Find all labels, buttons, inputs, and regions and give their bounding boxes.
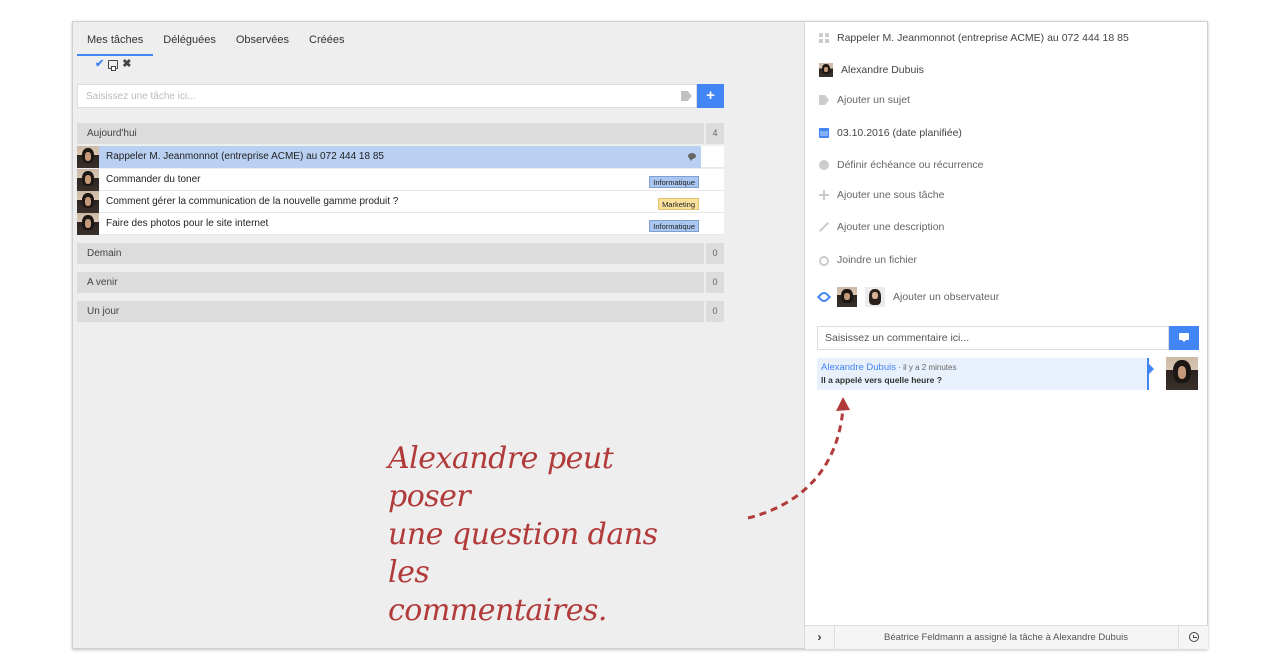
eye-icon: [816, 289, 832, 305]
task-title: Commander du toner: [106, 174, 201, 185]
attach-file-row[interactable]: Joindre un fichier: [817, 252, 917, 268]
tab-created[interactable]: Créées: [299, 22, 354, 56]
add-subtask-row[interactable]: Ajouter une sous tâche: [819, 187, 944, 203]
task-title: Rappeler M. Jeanmonnot (entreprise ACME)…: [106, 151, 384, 162]
annotation-line: une question dans les: [388, 517, 658, 590]
avatar: [77, 169, 99, 191]
comment-input-container: [817, 326, 1169, 350]
expand-button[interactable]: ›: [805, 626, 835, 649]
tag-badge[interactable]: Informatique: [649, 176, 699, 188]
assignee-name: Alexandre Dubuis: [841, 64, 924, 76]
comment-bubble: Alexandre Dubuis · il y a 2 minutes Il a…: [817, 358, 1154, 390]
section-label: Aujourd'hui: [87, 128, 137, 139]
avatar: [77, 191, 99, 213]
info-icon: [819, 160, 829, 170]
send-comment-button[interactable]: [1169, 326, 1199, 350]
comment-input[interactable]: [818, 327, 1168, 349]
tab-observed[interactable]: Observées: [226, 22, 299, 56]
annotation-text: Alexandre peut poser une question dans l…: [388, 440, 688, 630]
annotation-line: commentaires.: [388, 593, 607, 628]
detail-title-row[interactable]: Rappeler M. Jeanmonnot (entreprise ACME)…: [819, 30, 1129, 46]
add-subject-row[interactable]: Ajouter un sujet: [819, 92, 910, 108]
avatar: [819, 63, 833, 77]
observer-row[interactable]: Ajouter un observateur: [816, 286, 1000, 308]
date-row[interactable]: 03.10.2016 (date planifiée): [819, 125, 962, 141]
section-label: Un jour: [87, 306, 120, 317]
add-task-button[interactable]: +: [697, 84, 724, 108]
task-title: Comment gérer la communication de la nou…: [106, 196, 399, 207]
annotation-line: Alexandre peut poser: [388, 441, 614, 514]
comment-time: · il y a 2 minutes: [896, 363, 957, 372]
tab-my-tasks[interactable]: Mes tâches: [77, 22, 154, 56]
detail-footer: › Béatrice Feldmann a assigné la tâche à…: [805, 625, 1208, 649]
section-count: 4: [704, 123, 724, 144]
detail-title: Rappeler M. Jeanmonnot (entreprise ACME)…: [837, 32, 1129, 44]
section-someday[interactable]: Un jour 0: [77, 301, 724, 322]
section-count: 0: [704, 243, 724, 264]
section-upcoming[interactable]: A venir 0: [77, 272, 724, 293]
task-row[interactable]: Comment gérer la communication de la nou…: [77, 191, 724, 213]
section-count: 0: [704, 272, 724, 293]
pencil-icon: [819, 222, 829, 232]
task-detail-pane: Rappeler M. Jeanmonnot (entreprise ACME)…: [804, 22, 1208, 649]
task-row[interactable]: Commander du toner Informatique: [77, 169, 724, 191]
detail-assignee-row[interactable]: Alexandre Dubuis: [819, 62, 924, 78]
attach-file-label: Joindre un fichier: [837, 254, 917, 266]
avatar: [77, 146, 99, 168]
comment-meta: Alexandre Dubuis · il y a 2 minutes: [821, 362, 956, 373]
add-description-row[interactable]: Ajouter une description: [819, 219, 944, 235]
plus-icon: [819, 190, 829, 200]
section-count: 0: [704, 301, 724, 322]
tag-badge[interactable]: Marketing: [658, 198, 699, 210]
check-icon[interactable]: ✔: [95, 59, 104, 70]
add-observer-label: Ajouter un observateur: [893, 291, 1000, 303]
avatar: [1166, 357, 1198, 390]
planned-date: 03.10.2016 (date planifiée): [837, 127, 962, 139]
avatar: [865, 287, 885, 307]
tag-icon: [819, 95, 829, 105]
add-subject-label: Ajouter un sujet: [837, 94, 910, 106]
deadline-label: Définir échéance ou récurrence: [837, 159, 984, 171]
task-input[interactable]: [78, 85, 696, 107]
task-title: Faire des photos pour le site internet: [106, 218, 269, 229]
list-actions: ✔ ✖: [95, 59, 131, 71]
task-row[interactable]: Rappeler M. Jeanmonnot (entreprise ACME)…: [77, 146, 724, 168]
activity-text: Béatrice Feldmann a assigné la tâche à A…: [884, 632, 1128, 643]
comment-text: Il a appelé vers quelle heure ?: [821, 375, 942, 385]
deadline-row[interactable]: Définir échéance ou récurrence: [819, 157, 984, 173]
section-tomorrow[interactable]: Demain 0: [77, 243, 724, 264]
section-today[interactable]: Aujourd'hui 4: [77, 123, 724, 144]
task-row[interactable]: Faire des photos pour le site internet I…: [77, 213, 724, 235]
section-label: Demain: [87, 248, 122, 259]
printer-icon[interactable]: [108, 60, 119, 71]
priority-icon[interactable]: [819, 33, 829, 43]
paperclip-icon: [817, 254, 831, 268]
calendar-icon: [819, 128, 829, 138]
avatar: [77, 213, 99, 235]
comment-icon: [688, 153, 696, 161]
add-description-label: Ajouter une description: [837, 221, 945, 233]
tab-bar: Mes tâches Déléguées Observées Créées: [77, 22, 355, 56]
task-input-container: [77, 84, 697, 108]
close-icon[interactable]: ✖: [122, 59, 131, 70]
add-subtask-label: Ajouter une sous tâche: [837, 189, 945, 201]
tab-delegated[interactable]: Déléguées: [153, 22, 226, 56]
tag-badge[interactable]: Informatique: [649, 220, 699, 232]
avatar: [837, 287, 857, 307]
comment-author[interactable]: Alexandre Dubuis: [821, 362, 896, 373]
section-label: A venir: [87, 277, 118, 288]
history-icon[interactable]: [1178, 626, 1208, 649]
